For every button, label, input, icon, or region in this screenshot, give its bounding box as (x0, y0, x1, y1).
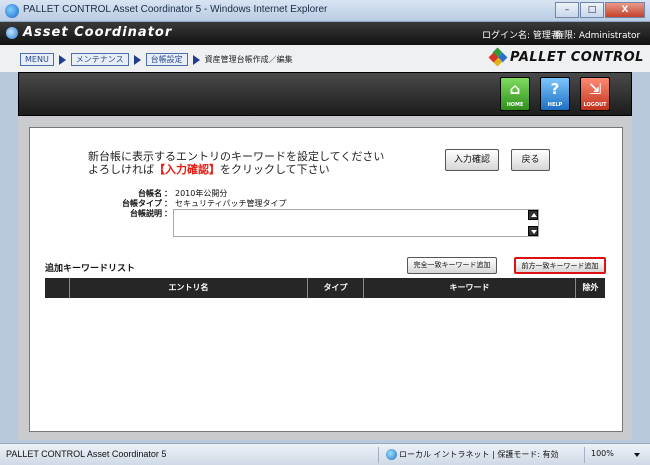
logout-button[interactable]: ⇲ LOGOUT (580, 77, 610, 111)
scroll-down-icon[interactable] (528, 226, 538, 236)
pallet-logo-text: PALLET CONTROL (510, 49, 644, 65)
instruction-line-1: 新台帳に表示するエントリのキーワードを設定してください (88, 150, 385, 163)
keyword-list-title: 追加キーワードリスト (45, 264, 136, 274)
add-prefix-keyword-button[interactable]: 前方一致キーワード追加 (514, 257, 606, 274)
scroll-up-icon[interactable] (528, 210, 538, 220)
zoom-level[interactable]: 100% (591, 449, 614, 458)
home-icon: ⌂ (509, 80, 521, 98)
status-bar: PALLET CONTROL Asset Coordinator 5 ローカル … (0, 443, 650, 465)
breadcrumb-ledger-settings[interactable]: 台帳設定 (145, 53, 188, 66)
column-header-type: タイプ (307, 278, 363, 298)
window-titlebar: PALLET CONTROL Asset Coordinator 5 - Win… (0, 0, 650, 22)
pallet-control-logo: PALLET CONTROL (488, 47, 644, 67)
pallet-logo-icon (488, 47, 508, 67)
help-icon: ? (550, 80, 560, 98)
breadcrumb-menu[interactable]: MENU (20, 53, 54, 66)
globe-icon (386, 449, 397, 460)
instruction-highlight: 【入力確認】 (154, 163, 220, 176)
maximize-button[interactable]: □ (580, 2, 604, 18)
ledger-description-field[interactable] (173, 209, 539, 237)
login-name: ログイン名: 管理者 (482, 31, 560, 41)
chevron-right-icon (192, 54, 200, 65)
security-zone: ローカル イントラネット | 保護モード: 有効 (399, 450, 559, 459)
home-label: HOME (506, 102, 524, 108)
user-authority: 権限: Administrator (555, 31, 641, 41)
back-button[interactable]: 戻る (511, 149, 550, 171)
breadcrumb-current: 資産管理台帳作成／編集 (204, 55, 293, 64)
keyword-table-header: エントリ名 タイプ キーワード 除外 (45, 278, 605, 298)
column-header-exclude: 除外 (575, 278, 605, 298)
chevron-down-icon[interactable] (634, 453, 640, 457)
home-button[interactable]: ⌂ HOME (500, 77, 530, 111)
column-header-select (45, 278, 69, 298)
field-colon: ： (164, 209, 172, 218)
instruction-text: をクリックして下さい (220, 163, 330, 176)
toolbar: ⌂ HOME ? HELP ⇲ LOGOUT (18, 72, 632, 116)
logout-label: LOGOUT (583, 102, 607, 108)
app-brand: Asset Coordinator (23, 25, 173, 40)
ledger-type-value: セキュリティパッチ管理タイプ (175, 199, 287, 208)
instruction-text: よろしければ (88, 163, 154, 176)
instruction-message: 新台帳に表示するエントリのキーワードを設定してください よろしければ【入力確認】… (88, 150, 384, 176)
breadcrumb: MENU メンテナンス 台帳設定 資産管理台帳作成／編集 (20, 53, 293, 66)
ledger-description-label: 台帳説明 (130, 209, 162, 218)
help-button[interactable]: ? HELP (540, 77, 570, 111)
status-text: PALLET CONTROL Asset Coordinator 5 (6, 449, 167, 459)
app-header: Asset Coordinator ログイン名: 管理者 権限: Adminis… (0, 22, 650, 45)
logout-icon: ⇲ (588, 80, 602, 98)
chevron-right-icon (133, 54, 141, 65)
breadcrumb-bar: MENU メンテナンス 台帳設定 資産管理台帳作成／編集 PALLET CONT… (0, 45, 650, 72)
confirm-input-button[interactable]: 入力確認 (445, 149, 499, 171)
ie-icon (5, 4, 19, 18)
window-title: PALLET CONTROL Asset Coordinator 5 - Win… (23, 4, 328, 15)
instruction-line-2: よろしければ【入力確認】をクリックして下さい (88, 163, 384, 176)
breadcrumb-maintenance[interactable]: メンテナンス (70, 53, 129, 66)
app-logo-icon (6, 27, 18, 39)
status-divider (378, 447, 379, 463)
status-divider (584, 447, 585, 463)
close-button[interactable]: X (605, 2, 645, 18)
column-header-entry-name: エントリ名 (69, 278, 307, 298)
chevron-right-icon (58, 54, 66, 65)
window-controls: – □ X (554, 2, 645, 18)
add-exact-keyword-button[interactable]: 完全一致キーワード追加 (407, 257, 497, 274)
help-label: HELP (547, 102, 563, 108)
minimize-button[interactable]: – (555, 2, 579, 18)
column-header-keyword: キーワード (363, 278, 575, 298)
